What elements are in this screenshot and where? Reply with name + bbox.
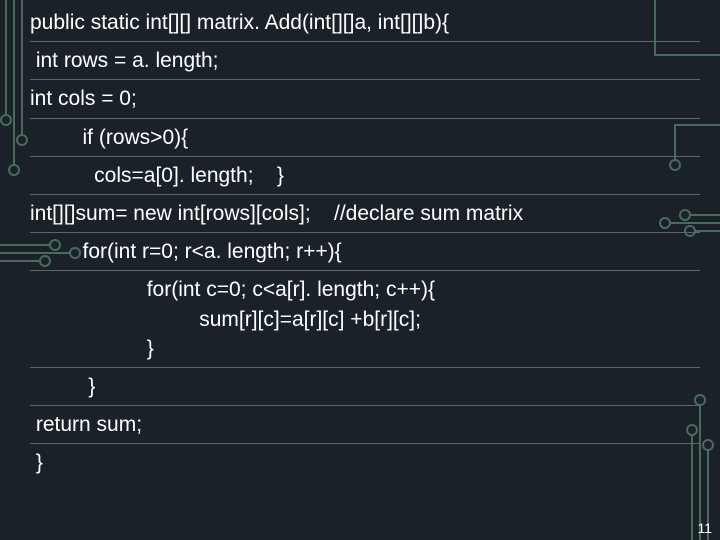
separator — [30, 156, 700, 157]
separator — [30, 405, 700, 406]
separator — [30, 232, 700, 233]
code-line: cols=a[0]. length; } — [30, 163, 700, 188]
code-line: for(int c=0; c<a[r]. length; c++){ — [30, 277, 700, 302]
page-number: 11 — [697, 520, 712, 536]
code-line: sum[r][c]=a[r][c] +b[r][c]; — [30, 307, 700, 332]
separator — [30, 443, 700, 444]
separator — [30, 270, 700, 271]
separator — [30, 79, 700, 80]
code-line: } — [30, 336, 700, 361]
code-slide: public static int[][] matrix. Add(int[][… — [30, 10, 700, 530]
code-line: int[][]sum= new int[rows][cols]; //decla… — [30, 201, 700, 226]
separator — [30, 194, 700, 195]
separator — [30, 41, 700, 42]
separator — [30, 118, 700, 119]
separator — [30, 367, 700, 368]
code-line: if (rows>0){ — [30, 125, 700, 150]
code-line: } — [30, 374, 700, 399]
code-line: } — [30, 450, 700, 475]
code-line: return sum; — [30, 412, 700, 437]
code-line: int cols = 0; — [30, 86, 700, 111]
code-line: for(int r=0; r<a. length; r++){ — [30, 239, 700, 264]
code-line: public static int[][] matrix. Add(int[][… — [30, 10, 700, 35]
code-line: int rows = a. length; — [30, 48, 700, 73]
